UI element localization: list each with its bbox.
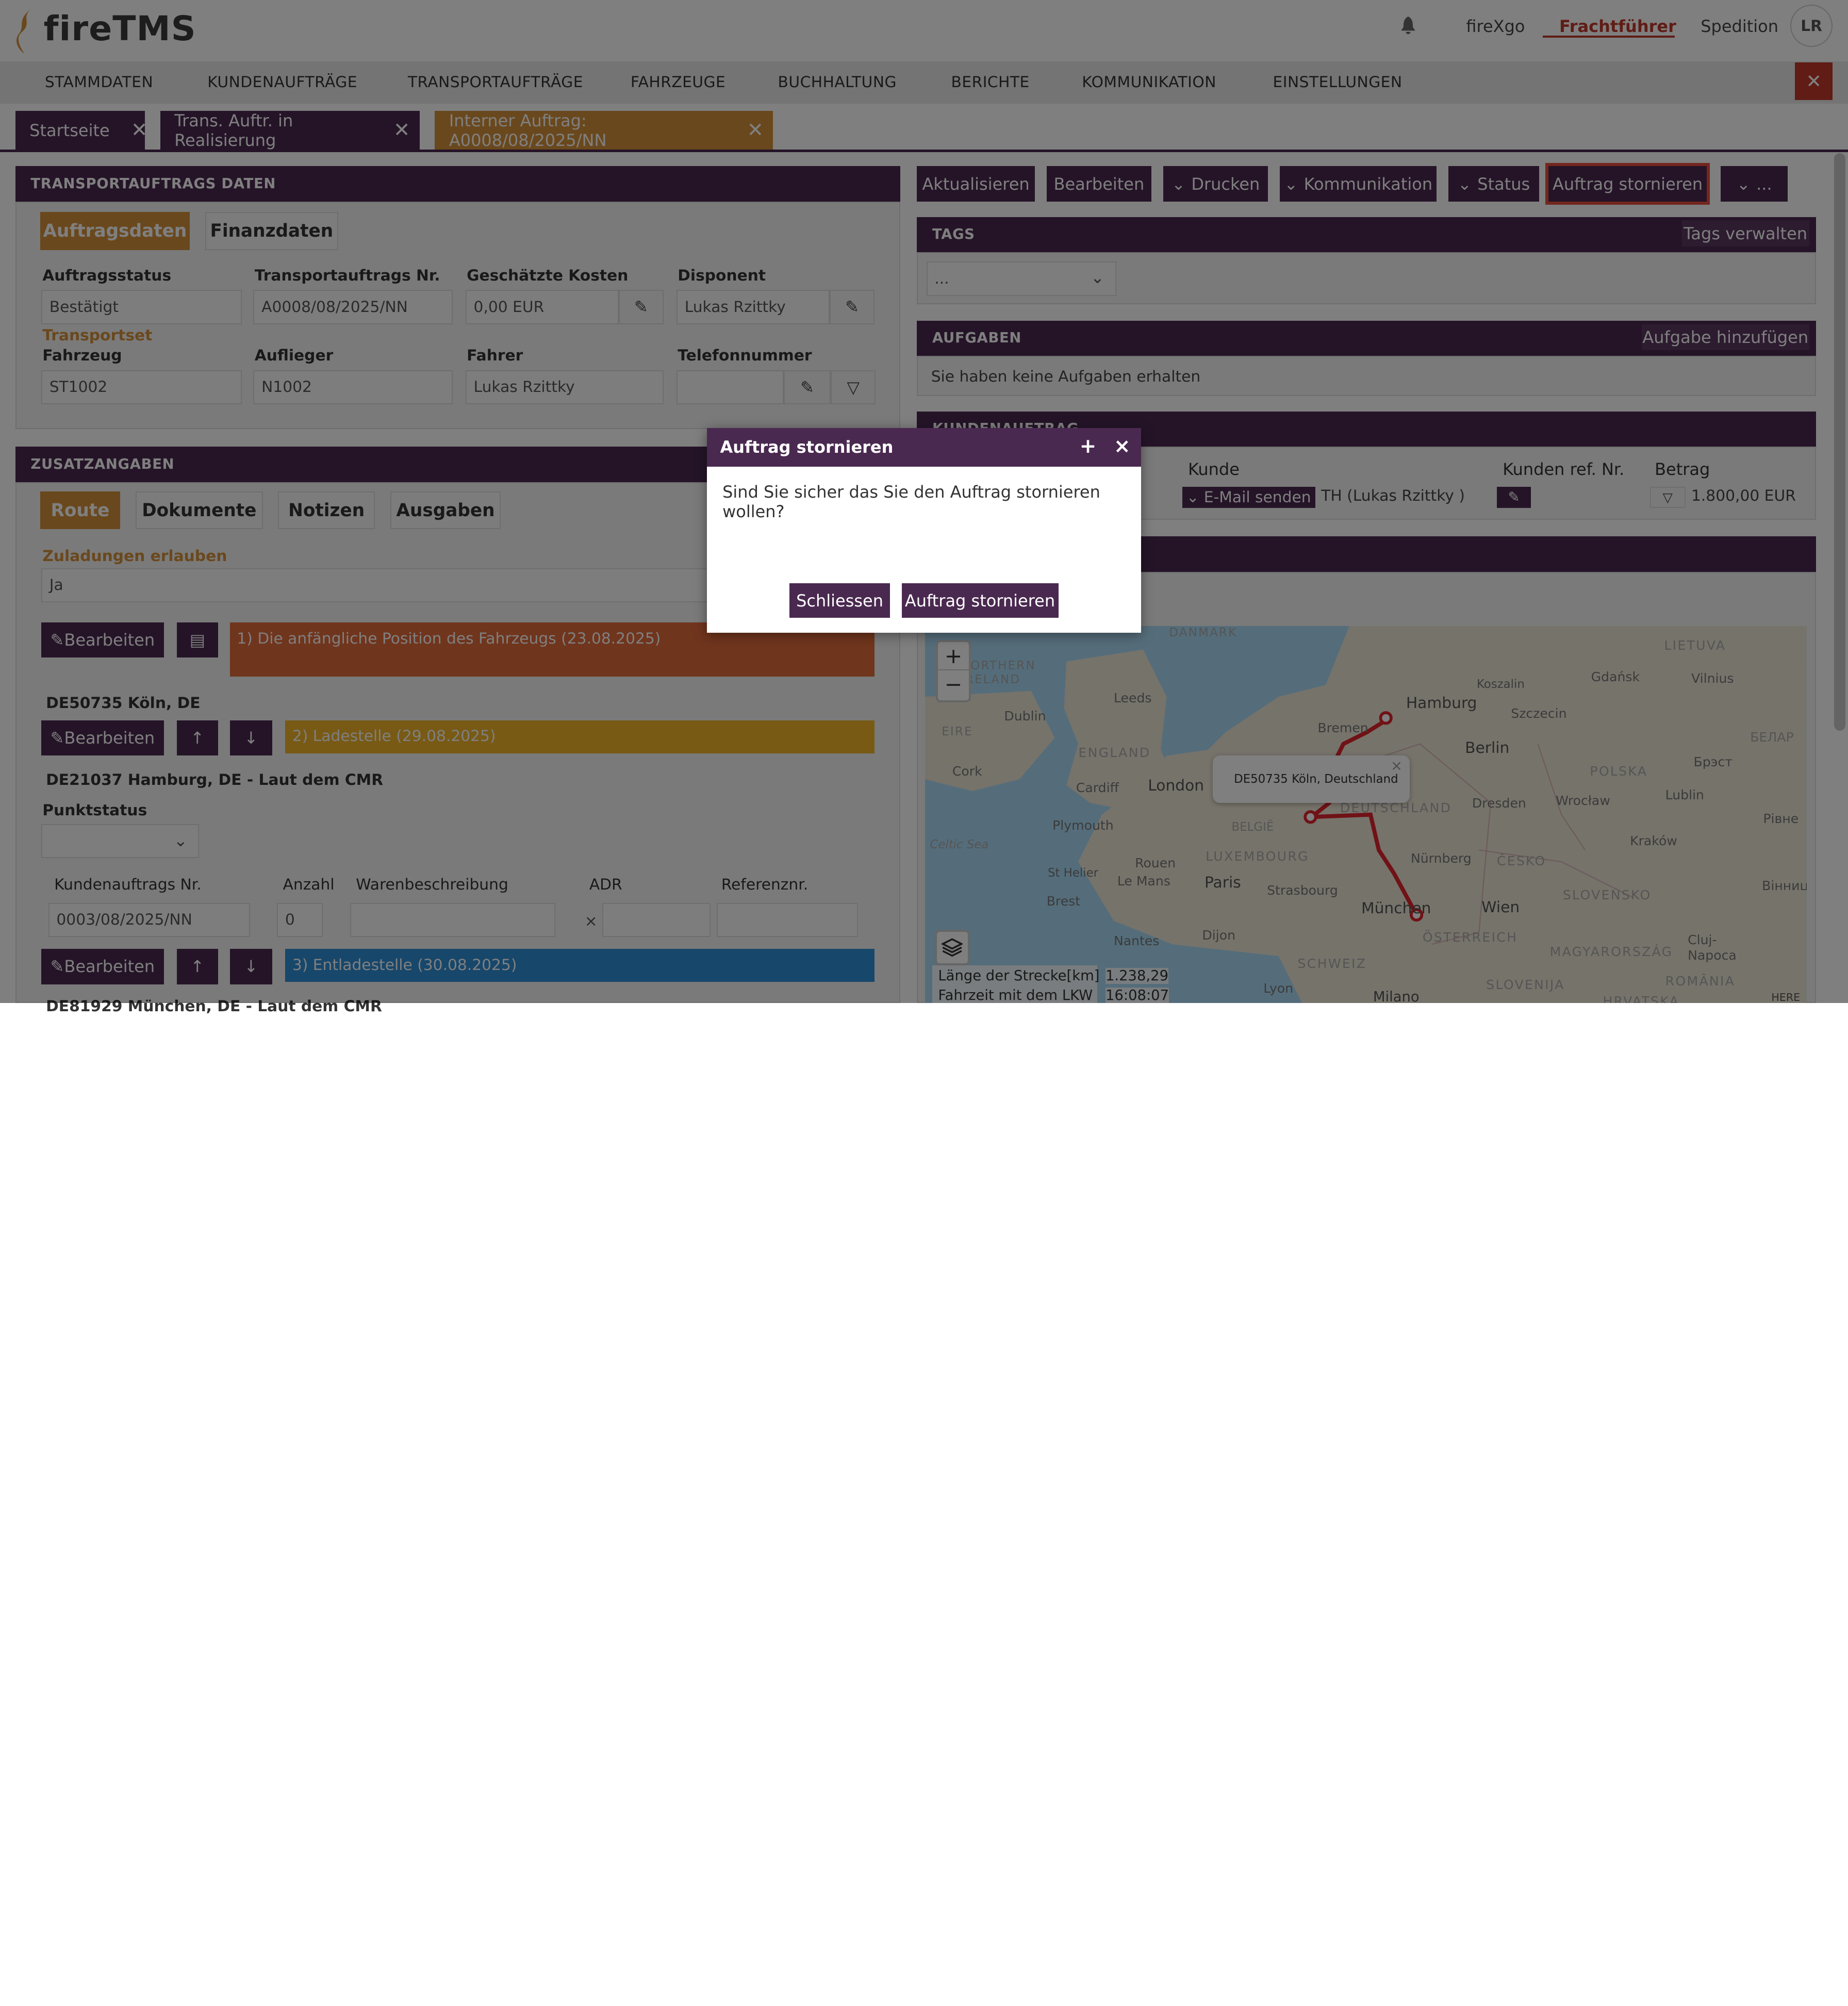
dialog-message: Sind Sie sicher das Sie den Auftrag stor…: [722, 482, 1100, 521]
dialog-title: Auftrag stornieren: [720, 437, 894, 457]
dialog-header: Auftrag stornieren: [707, 427, 1141, 467]
schliessen-button[interactable]: Schliessen: [789, 583, 890, 618]
close-icon[interactable]: ×: [1114, 435, 1131, 458]
confirm-stornieren-button[interactable]: Auftrag stornieren: [901, 583, 1059, 618]
cancel-order-dialog: Auftrag stornieren + × Sind Sie sicher d…: [707, 427, 1141, 633]
maximize-icon[interactable]: +: [1080, 435, 1097, 458]
